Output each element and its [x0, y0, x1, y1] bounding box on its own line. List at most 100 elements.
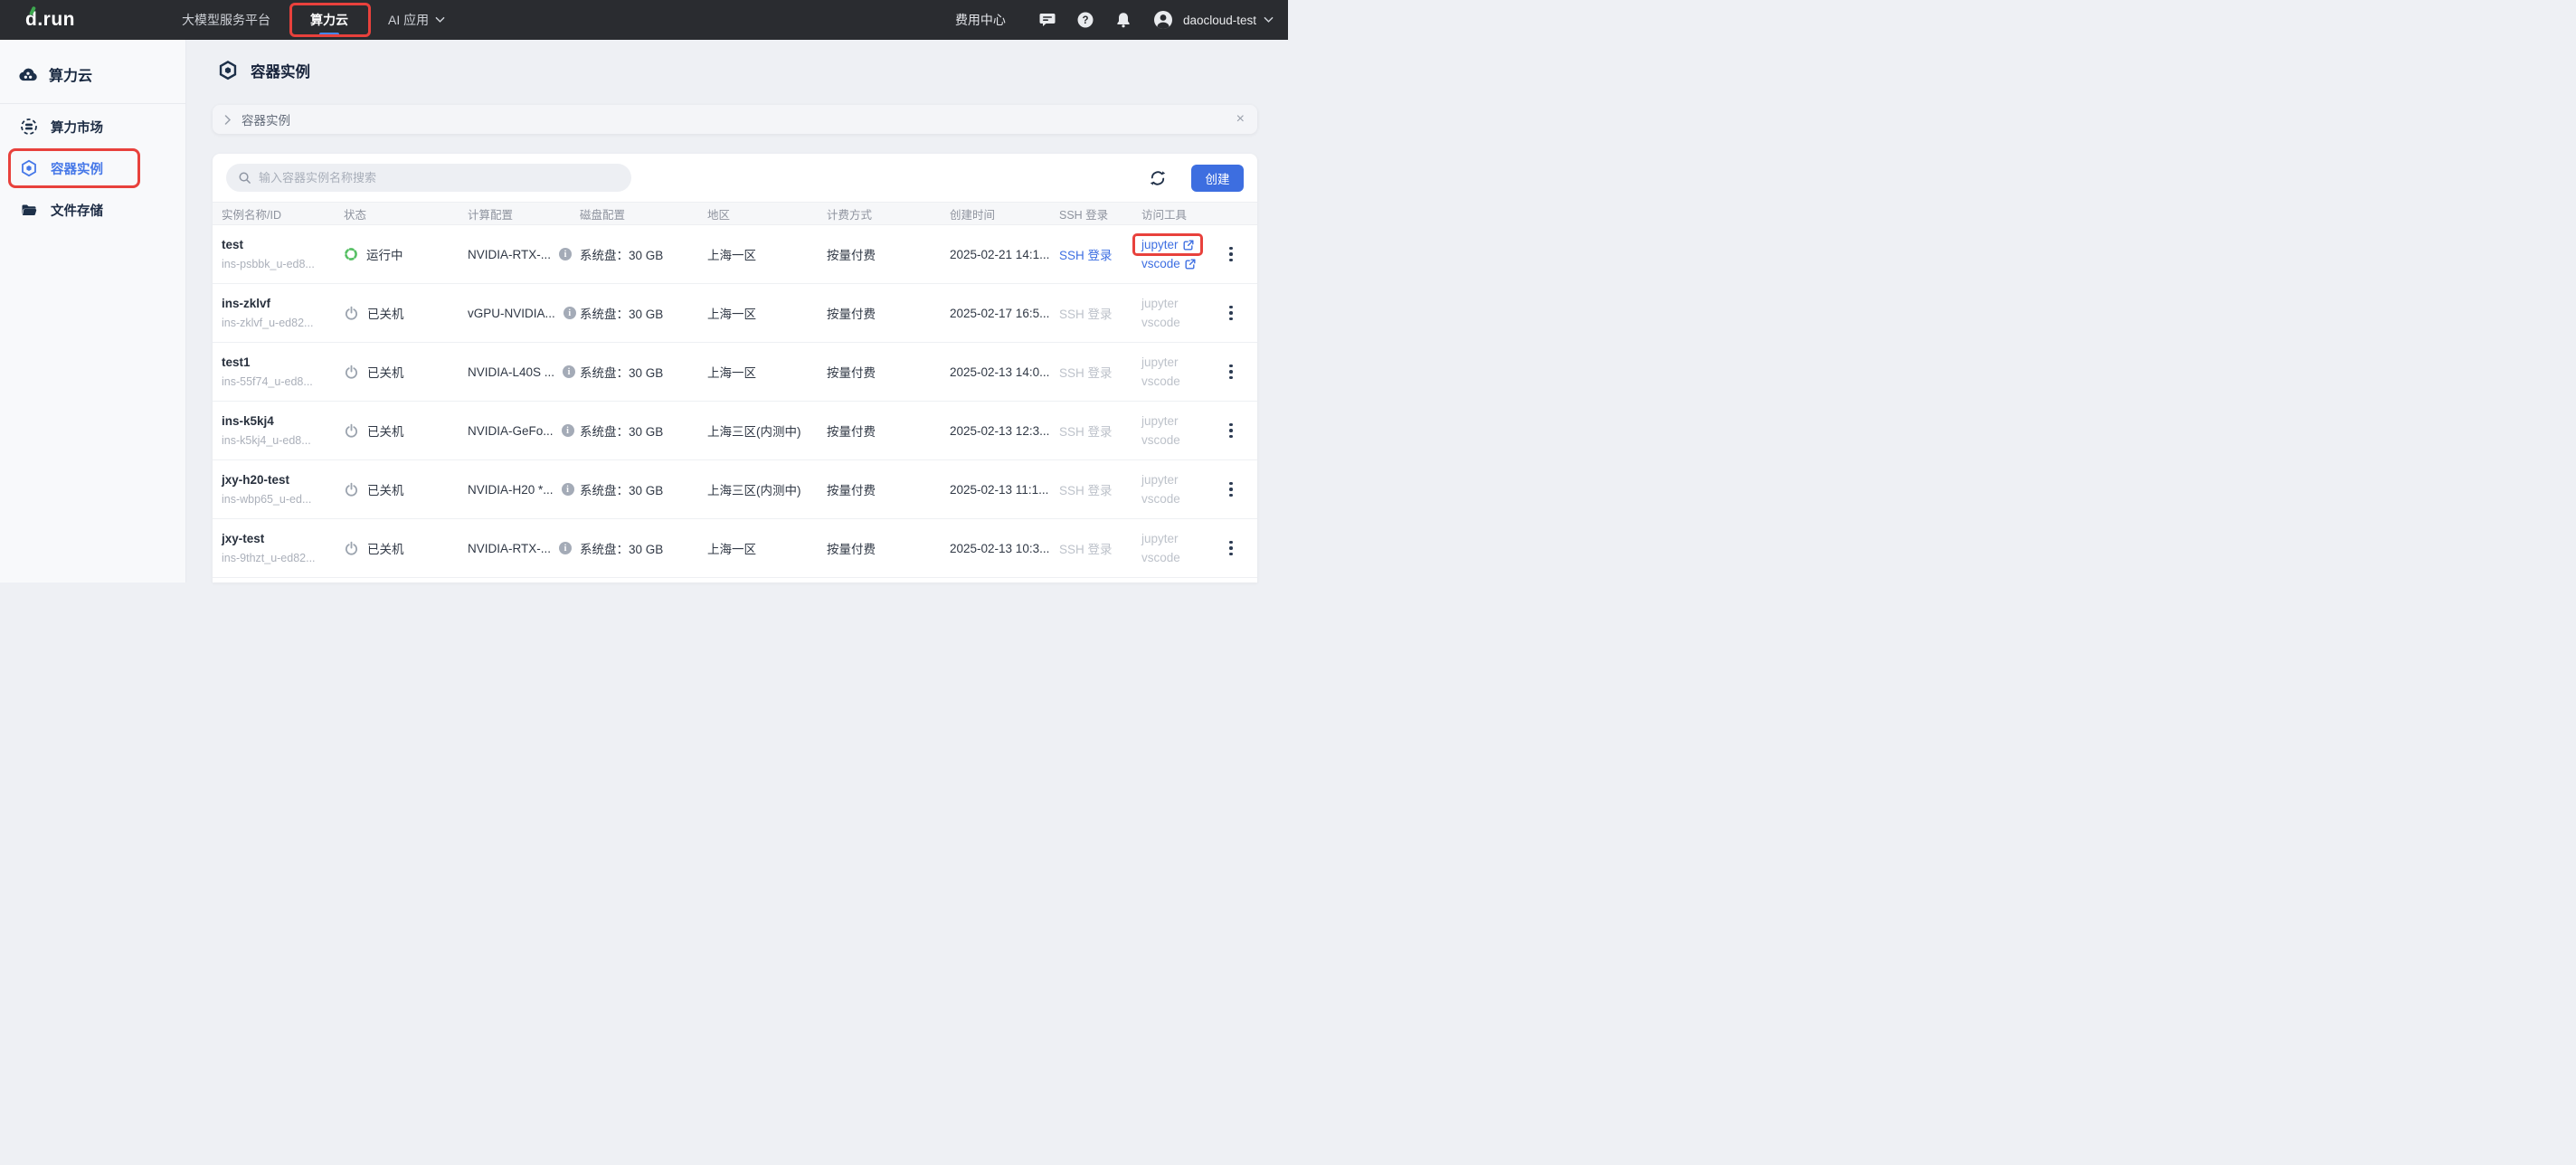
col-header-name-id: 实例名称/ID: [222, 205, 344, 223]
ssh-login-link[interactable]: SSH 登录: [1059, 543, 1113, 556]
feedback-chat-icon[interactable]: [1038, 11, 1056, 29]
more-actions-menu-icon[interactable]: [1226, 361, 1236, 384]
svg-text:?: ?: [1082, 15, 1088, 26]
container-hexagon-title-icon: [217, 60, 239, 81]
info-icon[interactable]: i: [562, 424, 574, 437]
power-off-icon: [344, 423, 359, 439]
refresh-button[interactable]: [1149, 169, 1167, 187]
more-actions-menu-icon[interactable]: [1226, 478, 1236, 501]
row-actions-cell: [1224, 302, 1252, 325]
power-off-icon: [344, 482, 359, 497]
compute-cell: NVIDIA-RTX-... i: [468, 542, 580, 555]
col-header-disk: 磁盘配置: [580, 205, 707, 223]
chevron-right-icon[interactable]: [224, 114, 232, 126]
more-actions-menu-icon[interactable]: [1226, 243, 1236, 266]
running-spinner-icon: [344, 247, 358, 261]
nav-item-billing-center[interactable]: 费用中心: [955, 11, 1006, 29]
info-icon[interactable]: i: [559, 248, 572, 260]
instance-name: jxy-test: [222, 532, 344, 545]
more-actions-menu-icon[interactable]: [1226, 302, 1236, 325]
compute-label: NVIDIA-GeFo...: [468, 424, 554, 438]
table-row: jxy-h20-test ins-wbp65_u-ed... 已关机 NVIDI…: [213, 460, 1257, 519]
external-link-icon: [1185, 259, 1196, 270]
search-icon: [238, 171, 251, 185]
folder-icon: [20, 201, 38, 219]
instance-name-cell: ins-zklvf ins-zklvf_u-ed82...: [222, 297, 344, 329]
ssh-login-link[interactable]: SSH 登录: [1059, 484, 1113, 497]
vscode-link[interactable]: vscode: [1141, 374, 1180, 388]
disk-cell: 系统盘：30 GB: [580, 539, 707, 557]
help-icon[interactable]: ?: [1076, 11, 1094, 29]
instance-name: jxy-h20-test: [222, 473, 344, 487]
sidebar-item-container-instances[interactable]: 容器实例: [0, 147, 185, 189]
jupyter-link[interactable]: jupyter: [1141, 297, 1179, 310]
ssh-cell: SSH 登录: [1059, 480, 1141, 498]
instance-id: ins-9thzt_u-ed82...: [222, 552, 344, 564]
info-icon[interactable]: i: [562, 483, 574, 496]
sidebar-item-file-storage[interactable]: 文件存储: [0, 189, 185, 231]
vscode-link[interactable]: vscode: [1141, 316, 1180, 329]
disk-cell: 系统盘：30 GB: [580, 480, 707, 498]
table-row: test ins-psbbk_u-ed8... 运行中 NVIDIA-RTX-.…: [213, 225, 1257, 284]
region-cell: 上海三区(内测中): [707, 480, 827, 498]
user-menu-chevron-down-icon[interactable]: [1264, 16, 1274, 24]
nav-item-compute-cloud[interactable]: 算力云: [290, 0, 368, 40]
main-content: 容器实例 容器实例 × 创建 实例名称/ID: [186, 40, 1288, 582]
nav-item-model-platform[interactable]: 大模型服务平台: [162, 0, 290, 40]
vscode-link[interactable]: vscode: [1141, 551, 1180, 564]
external-link-icon: [1183, 240, 1194, 251]
info-icon[interactable]: i: [564, 307, 576, 319]
primary-nav: 大模型服务平台 算力云 AI 应用: [162, 0, 465, 40]
ssh-login-link[interactable]: SSH 登录: [1059, 308, 1113, 321]
jupyter-link[interactable]: jupyter: [1141, 473, 1179, 487]
billing-cell: 按量付费: [827, 480, 950, 498]
ssh-login-link[interactable]: SSH 登录: [1059, 366, 1113, 380]
search-box: [226, 164, 631, 192]
vscode-link[interactable]: vscode: [1141, 433, 1180, 447]
status-cell: 已关机: [344, 421, 468, 440]
instance-id: ins-k5kj4_u-ed8...: [222, 434, 344, 447]
jupyter-link[interactable]: jupyter: [1141, 532, 1179, 545]
more-actions-menu-icon[interactable]: [1226, 420, 1236, 442]
ssh-cell: SSH 登录: [1059, 363, 1141, 381]
compute-market-icon: [20, 118, 38, 136]
info-icon[interactable]: i: [563, 365, 575, 378]
ssh-login-link[interactable]: SSH 登录: [1059, 249, 1113, 262]
col-header-ssh: SSH 登录: [1059, 205, 1141, 223]
logo[interactable]: d.run: [25, 9, 75, 31]
breadcrumb-tab-label: 容器实例: [242, 110, 290, 128]
instance-id: ins-zklvf_u-ed82...: [222, 317, 344, 329]
created-time-cell: 2025-02-13 11:1...: [950, 483, 1059, 497]
sidebar-item-compute-market[interactable]: 算力市场: [0, 106, 185, 147]
info-icon[interactable]: i: [559, 542, 572, 554]
disk-cell: 系统盘：30 GB: [580, 421, 707, 440]
page-header: 容器实例: [186, 40, 1288, 82]
compute-label: NVIDIA-L40S ...: [468, 365, 554, 379]
username-label[interactable]: daocloud-test: [1183, 14, 1256, 27]
table-body: test ins-psbbk_u-ed8... 运行中 NVIDIA-RTX-.…: [213, 225, 1257, 578]
user-avatar[interactable]: [1152, 9, 1174, 31]
more-actions-menu-icon[interactable]: [1226, 537, 1236, 560]
create-button[interactable]: 创建: [1191, 165, 1244, 192]
col-header-compute: 计算配置: [468, 205, 580, 223]
status-label: 已关机: [367, 363, 404, 381]
power-off-icon: [344, 365, 359, 380]
ssh-login-link[interactable]: SSH 登录: [1059, 425, 1113, 439]
compute-label: vGPU-NVIDIA...: [468, 307, 555, 320]
search-input[interactable]: [259, 171, 620, 185]
instances-card: 创建 实例名称/ID 状态 计算配置 磁盘配置 地区 计费方式 创建时间 SSH…: [213, 154, 1257, 582]
table-row: ins-zklvf ins-zklvf_u-ed82... 已关机 vGPU-N…: [213, 284, 1257, 343]
sidebar-menu: 算力市场 容器实例 文件存储: [0, 106, 185, 231]
notification-bell-icon[interactable]: [1114, 11, 1132, 29]
status-cell: 运行中: [344, 245, 468, 263]
ssh-cell: SSH 登录: [1059, 539, 1141, 557]
jupyter-link[interactable]: jupyter: [1141, 355, 1179, 369]
vscode-link[interactable]: vscode: [1141, 257, 1180, 270]
close-tab-icon[interactable]: ×: [1236, 112, 1245, 127]
vscode-link[interactable]: vscode: [1141, 492, 1180, 506]
ssh-cell: SSH 登录: [1059, 245, 1141, 263]
jupyter-link[interactable]: jupyter: [1141, 238, 1179, 251]
jupyter-link[interactable]: jupyter: [1141, 414, 1179, 428]
nav-item-ai-apps[interactable]: AI 应用: [368, 0, 465, 40]
row-actions-cell: [1224, 420, 1252, 442]
